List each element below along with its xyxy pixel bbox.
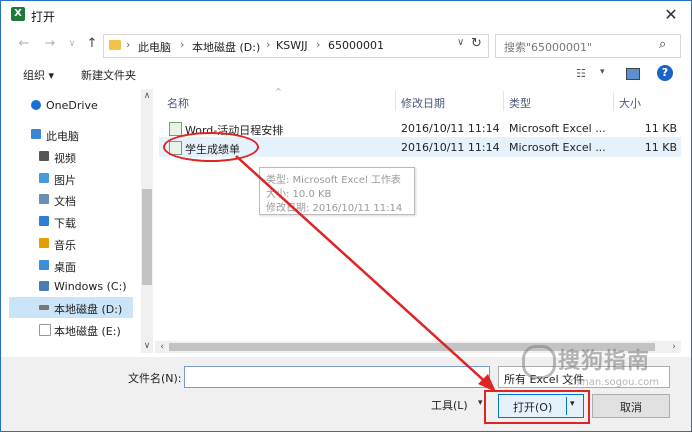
watermark-brand: 搜狗指南 xyxy=(558,349,651,374)
watermark: 搜狗指南 zhinan.sogou.com xyxy=(520,343,680,399)
sogou-logo-icon xyxy=(522,345,556,379)
watermark-url: zhinan.sogou.com xyxy=(568,377,660,388)
